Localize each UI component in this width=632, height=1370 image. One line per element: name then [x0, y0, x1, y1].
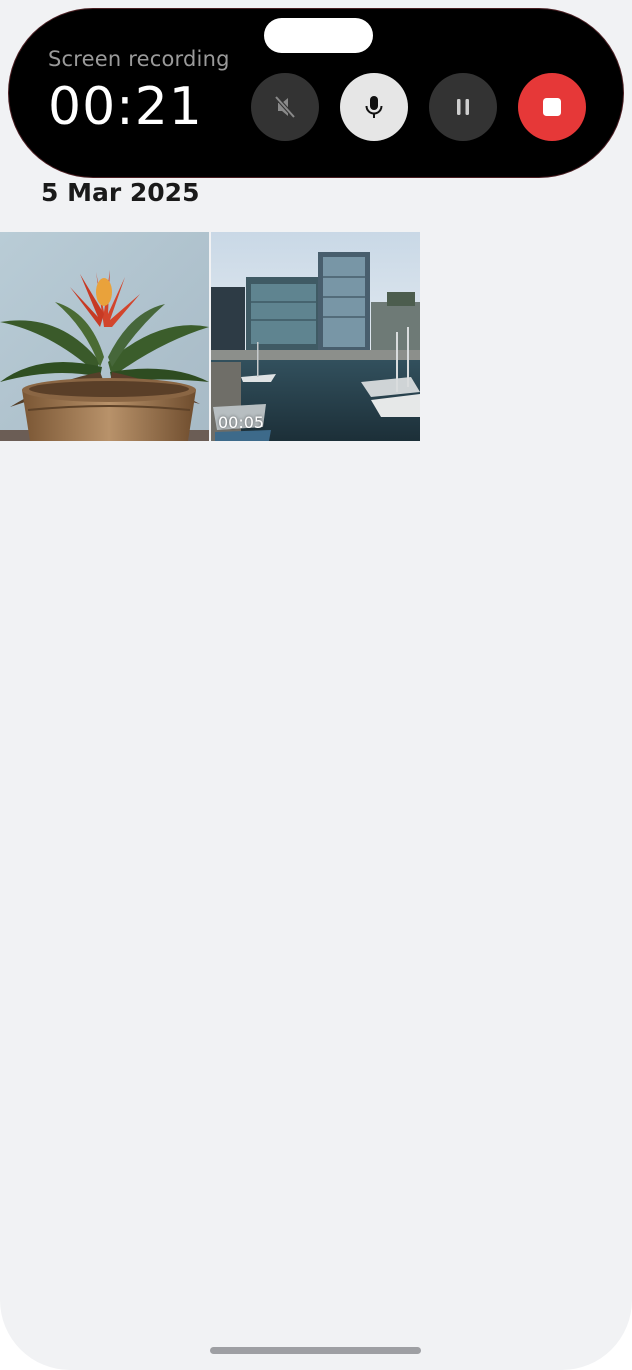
- gallery-item-video[interactable]: 00:05: [211, 232, 420, 441]
- pause-icon: [457, 99, 469, 115]
- plant-thumbnail-image: [0, 232, 209, 441]
- harbor-thumbnail-image: [211, 232, 420, 441]
- video-duration: 00:05: [218, 413, 265, 432]
- gallery-item-photo[interactable]: [0, 232, 209, 441]
- recording-label: Screen recording: [48, 47, 230, 71]
- recording-timer: 00:21: [48, 77, 203, 137]
- pause-button[interactable]: [429, 73, 497, 141]
- stop-button[interactable]: [518, 73, 586, 141]
- mute-button[interactable]: [251, 73, 319, 141]
- gallery-date-header: 5 Mar 2025: [41, 178, 200, 207]
- dynamic-island-pill: [264, 18, 373, 53]
- speaker-muted-icon: [274, 95, 296, 119]
- home-indicator[interactable]: [210, 1347, 421, 1354]
- stop-icon: [543, 98, 561, 116]
- microphone-button[interactable]: [340, 73, 408, 141]
- microphone-icon: [365, 96, 383, 118]
- screen-recording-capsule[interactable]: Screen recording 00:21: [9, 9, 623, 177]
- phone-screen: Screen recording 00:21 5 Mar 2025 00:05: [0, 0, 632, 1370]
